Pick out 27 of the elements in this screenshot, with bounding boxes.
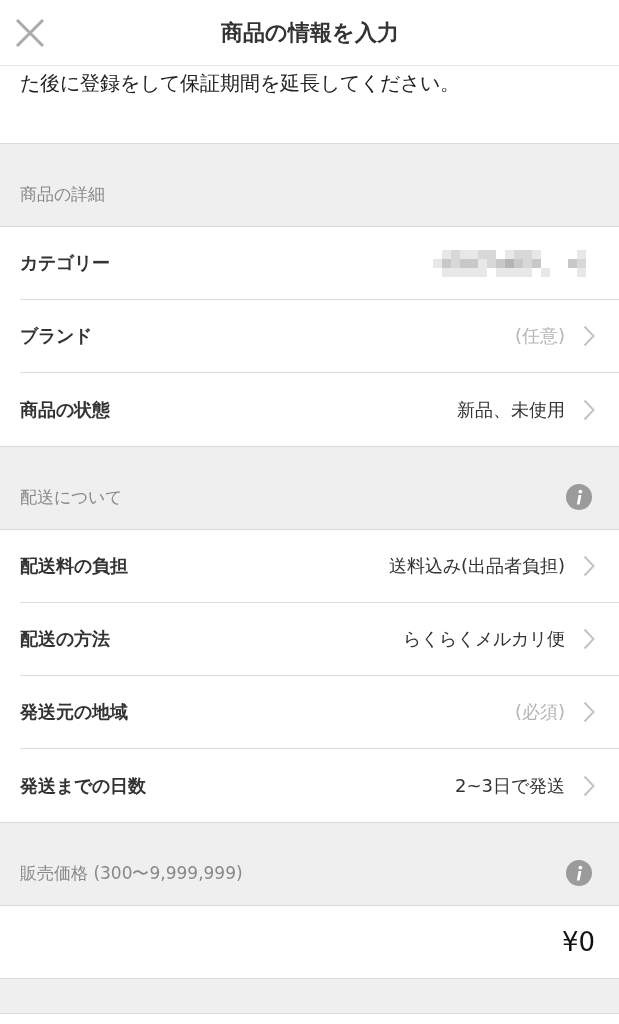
row-label: 配送料の負担 xyxy=(20,554,128,578)
info-icon[interactable] xyxy=(566,484,592,510)
row-placeholder: (必須) xyxy=(514,700,565,724)
chevron-right-icon xyxy=(583,555,595,577)
section-title: 販売価格 (300〜9,999,999) xyxy=(20,862,243,885)
chevron-right-icon xyxy=(583,774,595,797)
close-icon xyxy=(15,17,45,48)
row-label: カテゴリー xyxy=(20,251,110,275)
row-value: 送料込み(出品者負担) xyxy=(388,554,565,578)
section-title: 配送について xyxy=(20,486,122,509)
row-value: らくらくメルカリ便 xyxy=(403,627,565,651)
row-value: 新品、未使用 xyxy=(457,397,565,422)
row-label: ブランド xyxy=(20,324,92,348)
row-label: 商品の状態 xyxy=(20,397,110,422)
chevron-right-icon xyxy=(583,701,595,723)
row-placeholder: (任意) xyxy=(514,324,565,348)
info-icon[interactable] xyxy=(566,860,592,886)
page-title: 商品の情報を入力 xyxy=(220,18,399,47)
chevron-right-icon xyxy=(583,398,595,421)
row-value: 2~3日で発送 xyxy=(455,773,565,798)
chevron-right-icon xyxy=(583,325,595,347)
row-label: 発送までの日数 xyxy=(20,773,146,798)
intro-text: た後に登録をして保証期間を延長してください。 xyxy=(20,70,461,97)
row-label: 配送の方法 xyxy=(20,627,110,651)
section-title: 商品の詳細 xyxy=(20,183,105,206)
chevron-right-icon xyxy=(583,628,595,650)
row-label: 発送元の地域 xyxy=(20,700,128,724)
